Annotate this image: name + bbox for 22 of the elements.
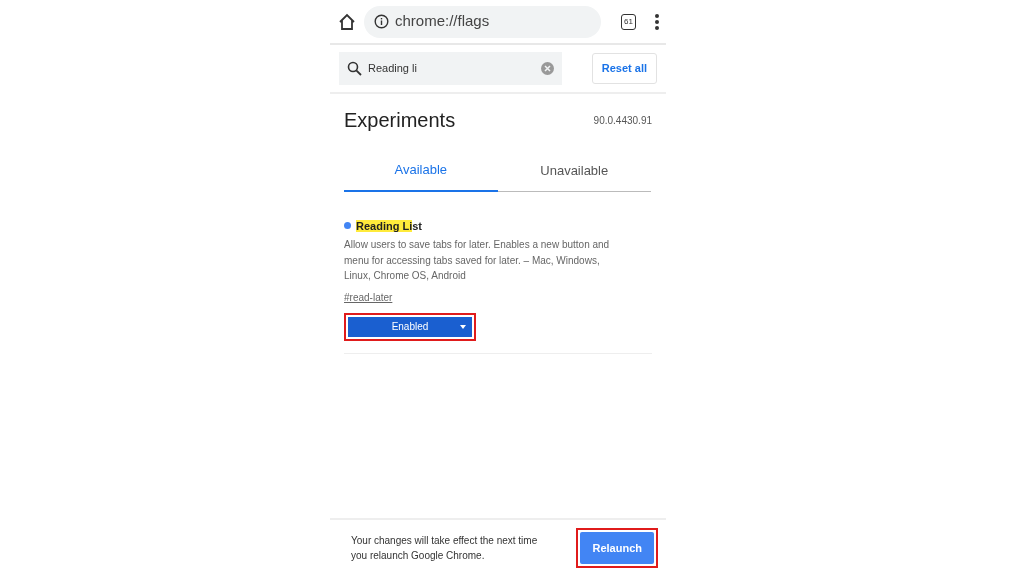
version-text: 90.0.4430.91 xyxy=(593,113,652,128)
search-field[interactable]: Reading li xyxy=(368,60,535,77)
dropdown[interactable]: Enabled xyxy=(348,316,472,337)
tab[interactable]: Unavailable xyxy=(497,152,651,192)
caret-icon xyxy=(460,324,466,329)
info-icon xyxy=(374,14,389,29)
reset-all-button[interactable]: Reset all xyxy=(591,53,657,84)
more-icon[interactable] xyxy=(654,12,660,31)
tab[interactable]: Available xyxy=(344,152,498,192)
page-title: Experiments xyxy=(344,108,456,132)
url-text: chrome://flags xyxy=(395,11,490,32)
relaunch-button[interactable]: Relaunch xyxy=(580,531,654,564)
tab-count[interactable]: 61 xyxy=(621,13,636,30)
flag-title: Reading List xyxy=(356,218,422,234)
relaunch-message: Your changes will take effect the next time you relaunch Google Chrome. xyxy=(351,533,539,563)
search-icon xyxy=(347,61,362,76)
flag-link[interactable]: #read-later xyxy=(344,289,393,305)
address-bar[interactable]: chrome://flags xyxy=(364,5,602,38)
clear-icon[interactable] xyxy=(540,62,554,75)
home-icon[interactable] xyxy=(338,12,356,31)
flag-description: Allow users to save tabs for later. Enables a new button and menu for accessing tabs saved for later. – Mac, Windows, Linux, Chrome OS, Android xyxy=(344,238,611,283)
search-bar[interactable]: Reading li xyxy=(339,52,562,85)
